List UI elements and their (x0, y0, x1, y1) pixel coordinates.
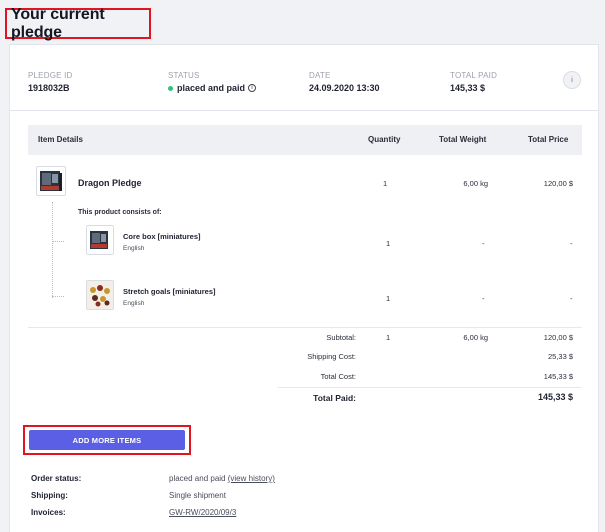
total-cost-label: Total Cost: (320, 372, 356, 381)
total-paid-label: TOTAL PAID (450, 71, 498, 80)
header-total-weight: Total Weight (439, 135, 487, 144)
info-icon[interactable]: i (248, 84, 257, 92)
tree-branch (52, 296, 64, 297)
sub-item-language: English (123, 245, 145, 252)
pledge-summary: PLEDGE ID 1918032B STATUS placed and pai… (10, 45, 598, 111)
info-icon: i (571, 76, 573, 84)
subtotal-quantity: 1 (386, 333, 391, 342)
page-title: Your current pledge (11, 5, 105, 41)
subtotal-weight: 6,00 kg (463, 333, 488, 342)
totals-divider (28, 327, 582, 328)
product-thumbnail (36, 166, 66, 196)
subtotal-label: Subtotal: (326, 333, 356, 342)
order-status-value: placed and paid (view history) (169, 474, 275, 483)
sub-item-price: - (570, 294, 573, 303)
invoice-value: GW-RW/2020/09/3 (169, 508, 236, 517)
sub-item-weight: - (482, 239, 485, 248)
total-paid-divider (278, 387, 582, 388)
stretch-goals-icon (87, 281, 113, 309)
add-more-items-button[interactable]: ADD MORE ITEMS (29, 430, 185, 450)
product-price: 120,00 $ (543, 179, 573, 188)
date-label: DATE (309, 71, 331, 80)
page-title-highlight: Your current pledge (5, 5, 151, 41)
status-value: placed and paid i (168, 83, 257, 93)
date-value: 24.09.2020 13:30 (309, 83, 380, 93)
pledge-id-value: 1918032B (28, 83, 70, 93)
product-quantity: 1 (383, 179, 388, 188)
order-status-text: placed and paid (169, 474, 226, 483)
pledge-id-label: PLEDGE ID (28, 71, 73, 80)
table-header: Item Details Quantity Total Weight Total… (28, 125, 582, 155)
sub-item-quantity: 1 (386, 239, 391, 248)
add-items-highlight: ADD MORE ITEMS (23, 425, 191, 455)
sub-item-thumbnail (86, 225, 114, 255)
tree-line (52, 202, 53, 298)
status-text: placed and paid (177, 83, 246, 93)
total-paid-block: TOTAL PAID 145,33 $ (450, 71, 497, 93)
shipping-cost-label: Shipping Cost: (307, 352, 356, 361)
sub-item-language: English (123, 300, 145, 307)
pledge-id-block: PLEDGE ID 1918032B (28, 71, 72, 93)
table-total-paid-label: Total Paid: (313, 393, 356, 403)
status-dot-icon (168, 85, 173, 91)
sub-item-thumbnail (86, 280, 114, 310)
product-name: Dragon Pledge (78, 178, 142, 188)
total-cost-price: 145,33 $ (543, 372, 573, 381)
product-box-icon (40, 171, 62, 191)
sub-item-quantity: 1 (386, 294, 391, 303)
product-weight: 6,00 kg (463, 179, 488, 188)
sub-item-name: Stretch goals [miniatures] (123, 287, 216, 296)
tree-branch (52, 241, 64, 242)
sub-item-weight: - (482, 294, 485, 303)
consists-label: This product consists of: (78, 209, 162, 216)
info-toggle-button[interactable]: i (563, 71, 581, 89)
header-total-price: Total Price (528, 135, 569, 144)
date-block: DATE 24.09.2020 13:30 (309, 71, 380, 93)
invoice-link[interactable]: GW-RW/2020/09/3 (169, 508, 236, 517)
status-block: STATUS placed and paid i (168, 71, 257, 93)
total-paid-value: 145,33 $ (450, 83, 486, 93)
view-history-link[interactable]: (view history) (228, 474, 275, 483)
invoices-label: Invoices: (31, 508, 66, 517)
status-label: STATUS (168, 71, 200, 80)
sub-item-price: - (570, 239, 573, 248)
header-item-details: Item Details (38, 135, 83, 144)
order-status-label: Order status: (31, 474, 82, 483)
table-total-paid-price: 145,33 $ (537, 392, 573, 402)
shipping-label: Shipping: (31, 491, 68, 500)
subtotal-price: 120,00 $ (543, 333, 573, 342)
core-box-icon (90, 231, 108, 249)
sub-item-name: Core box [miniatures] (123, 232, 201, 241)
shipping-value: Single shipment (169, 491, 226, 500)
header-quantity: Quantity (368, 135, 401, 144)
shipping-cost-price: 25,33 $ (547, 352, 573, 361)
pledge-card: PLEDGE ID 1918032B STATUS placed and pai… (9, 44, 599, 532)
